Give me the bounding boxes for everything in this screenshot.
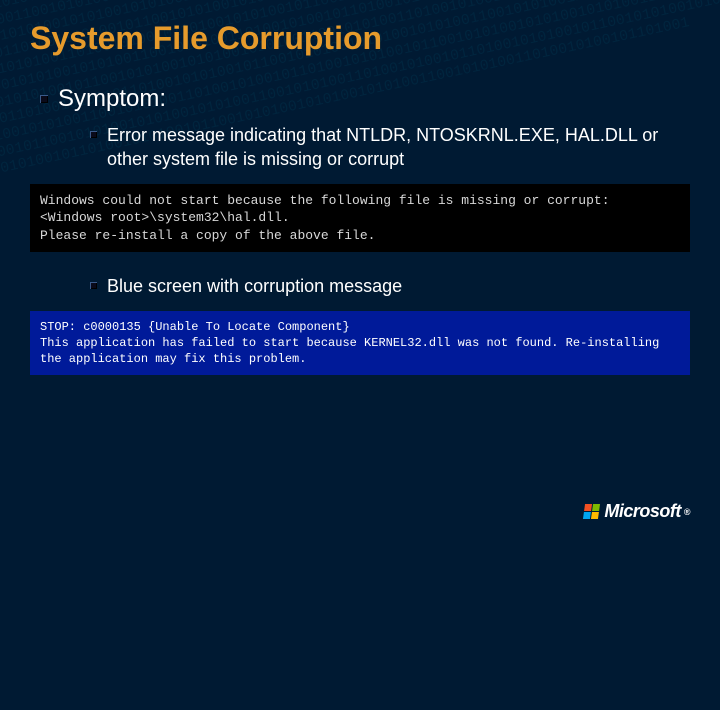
windows-flag-icon (583, 504, 600, 519)
bullet-icon (40, 95, 48, 103)
microsoft-logo: Microsoft® (584, 501, 690, 522)
brand-text: Microsoft (604, 501, 681, 522)
bsod-console: STOP: c0000135 {Unable To Locate Compone… (30, 311, 690, 376)
list-item: Blue screen with corruption message (90, 274, 690, 298)
slide-title: System File Corruption (30, 20, 690, 57)
trademark-icon: ® (684, 507, 690, 517)
dos-error-console: Windows could not start because the foll… (30, 184, 690, 253)
slide-content: System File Corruption Symptom: Error me… (0, 0, 720, 540)
symptom-detail-1: Error message indicating that NTLDR, NTO… (107, 123, 690, 172)
list-item: Symptom: (40, 85, 690, 113)
bullet-icon (90, 131, 97, 138)
symptom-detail-2: Blue screen with corruption message (107, 274, 402, 298)
symptom-heading: Symptom: (58, 85, 166, 113)
bullet-icon (90, 282, 97, 289)
list-item: Error message indicating that NTLDR, NTO… (90, 123, 690, 172)
